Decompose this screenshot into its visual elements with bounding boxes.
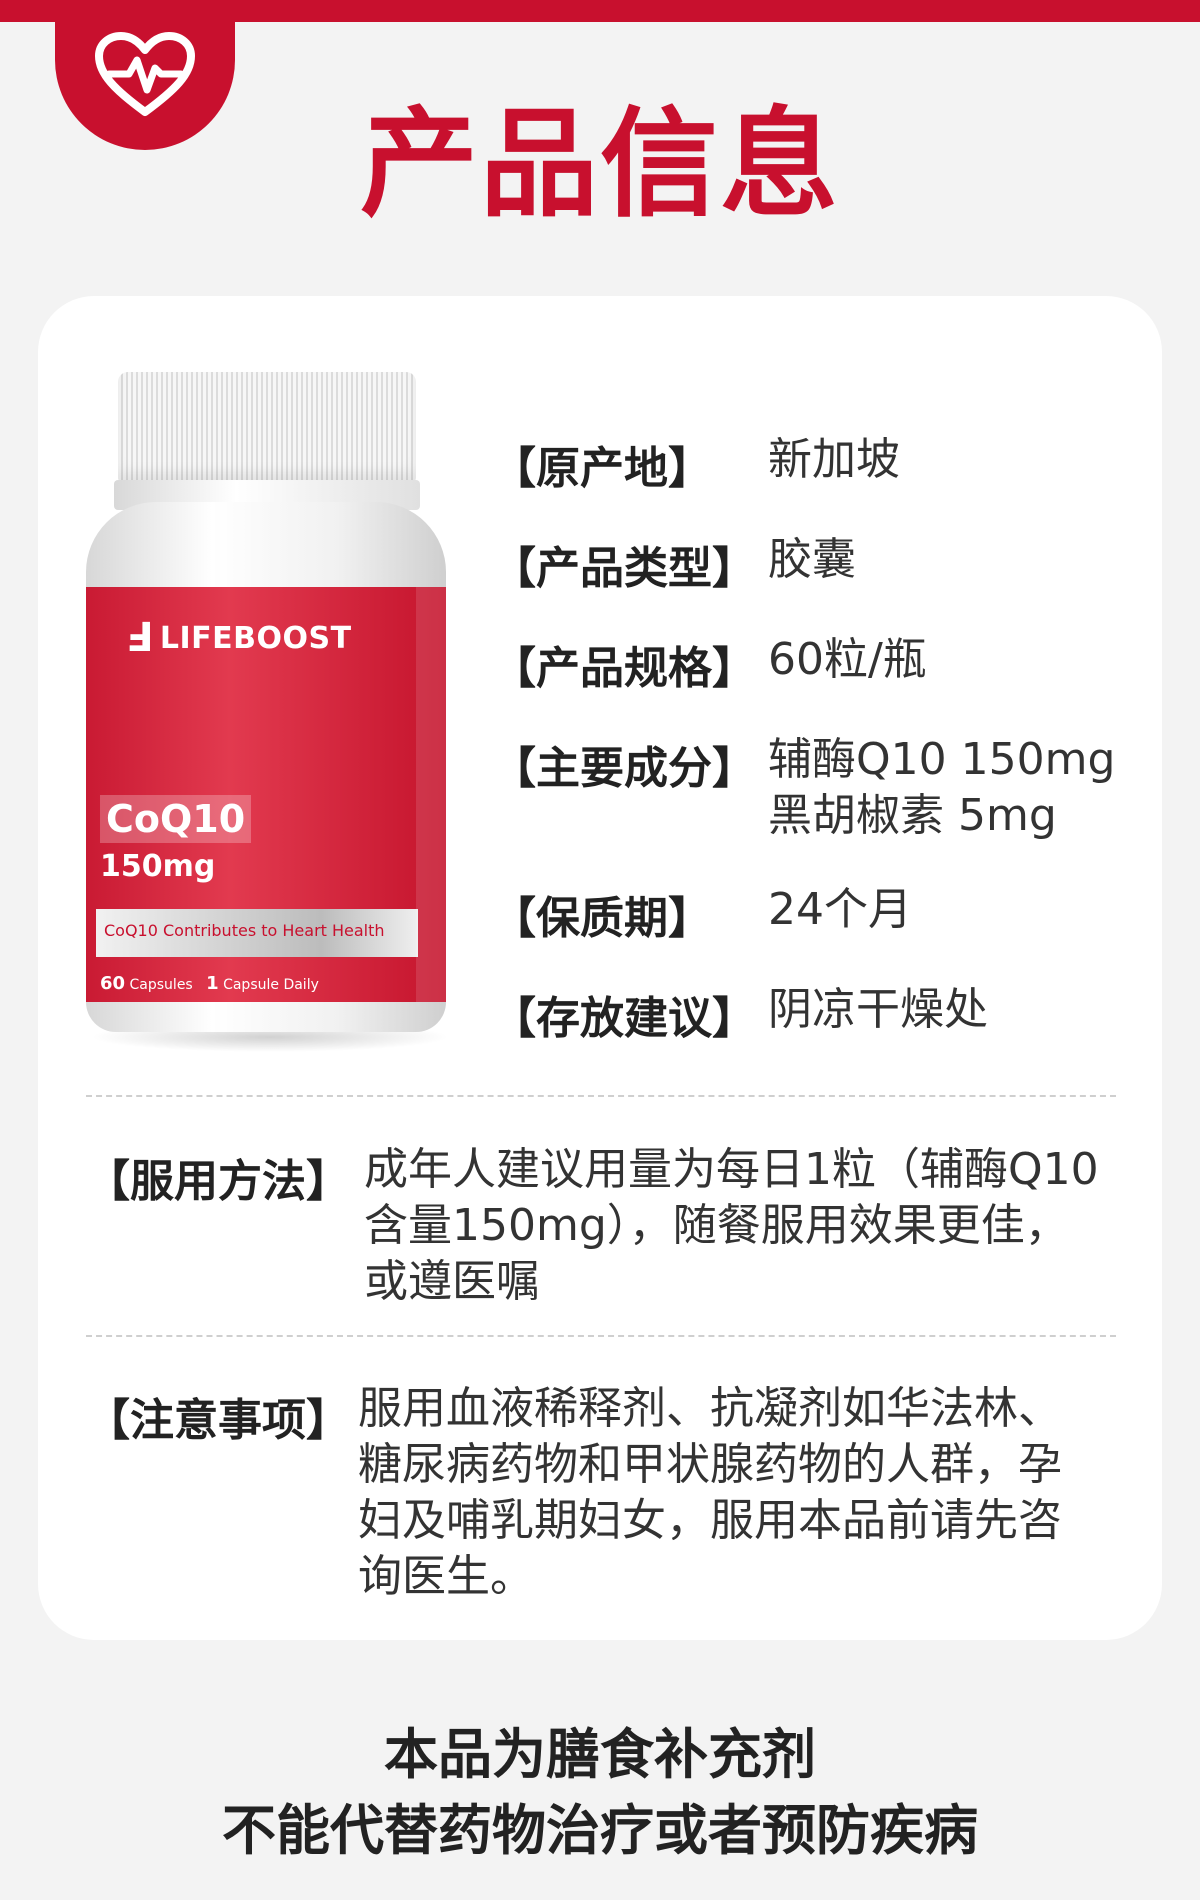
info-value: 新加坡 — [768, 434, 900, 485]
bottle-label: Ⅎ LIFEBOOST CoQ10 150mg CoQ10 Contributes… — [86, 587, 446, 1002]
caution-key: 【注意事项】 — [86, 1395, 350, 1446]
info-key: 【产品类型】 — [492, 543, 756, 594]
divider — [86, 1095, 1116, 1097]
tagline-strip: CoQ10 Contributes to Heart Health — [96, 909, 418, 957]
usage-key: 【服用方法】 — [86, 1156, 350, 1207]
disclaimer-line-1: 本品为膳食补充剂 — [384, 1723, 816, 1786]
product-name-badge: CoQ10 — [100, 795, 252, 843]
caution-text: 服用血液稀释剂、抗凝剂如华法林、 糖尿病药物和甲状腺药物的人群，孕 妇及哺乳期妇… — [358, 1383, 1062, 1602]
info-value: 辅酶Q10 150mg 黑胡椒素 5mg — [768, 734, 1116, 841]
info-key: 【主要成分】 — [492, 743, 756, 794]
info-key: 【产品规格】 — [492, 643, 756, 694]
info-value: 胶囊 — [768, 534, 856, 585]
info-value: 24个月 — [768, 884, 912, 935]
divider — [86, 1335, 1116, 1337]
bottle-cap — [118, 372, 416, 482]
info-key: 【保质期】 — [492, 893, 712, 944]
product-dose: 150mg — [100, 849, 216, 884]
page-title: 产品信息 — [359, 95, 840, 233]
info-key: 【原产地】 — [492, 443, 712, 494]
info-key: 【存放建议】 — [492, 993, 756, 1044]
usage-text: 成年人建议用量为每日1粒（辅酶Q10 含量150mg），随餐服用效果更佳， 或遵… — [364, 1144, 1099, 1307]
disclaimer-line-2: 不能代替药物治疗或者预防疾病 — [222, 1799, 978, 1862]
info-value: 60粒/瓶 — [768, 634, 927, 685]
brand-logo: Ⅎ LIFEBOOST — [126, 615, 352, 661]
capsule-info: 60 Capsules 1 Capsule Daily — [100, 973, 319, 994]
product-bottle-image: Ⅎ LIFEBOOST CoQ10 150mg CoQ10 Contributes… — [80, 372, 455, 1062]
tagline: CoQ10 Contributes to Heart Health — [104, 921, 385, 940]
info-value: 阴凉干燥处 — [768, 984, 988, 1035]
